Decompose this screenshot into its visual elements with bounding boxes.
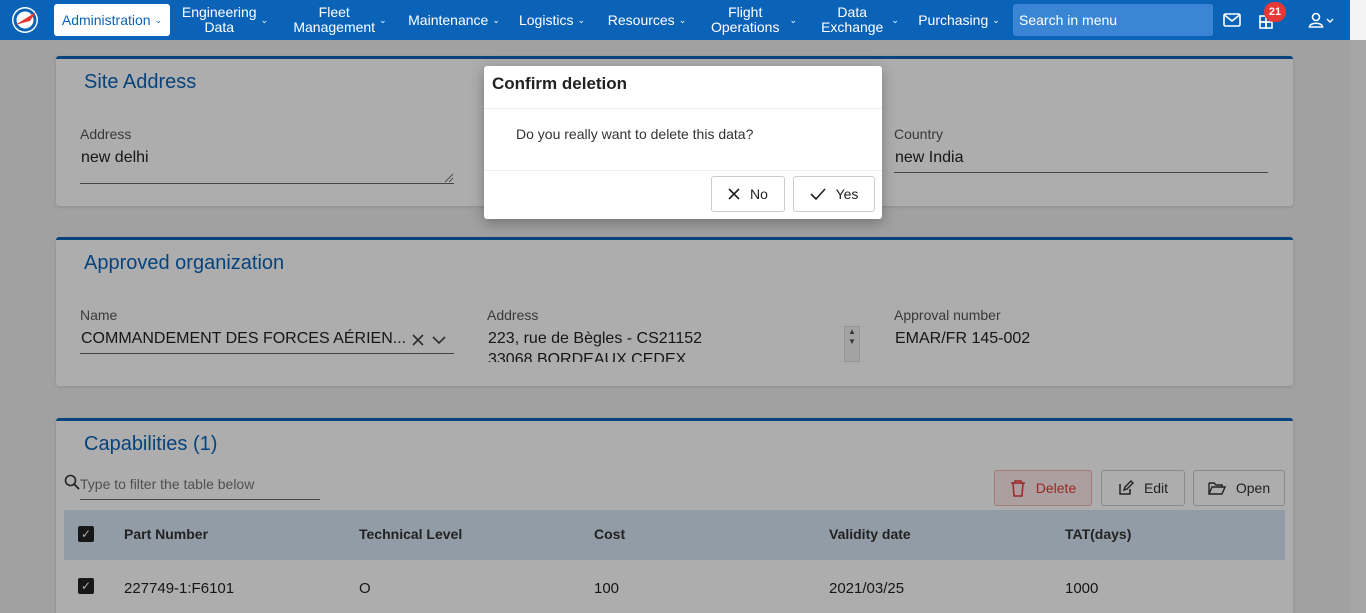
chevron-down-icon: ⌄ (577, 14, 585, 25)
top-navbar: Administration ⌄ Engineering Data ⌄ Fleet … (0, 0, 1366, 40)
dialog-divider (484, 108, 882, 109)
chevron-down-icon: ⌄ (492, 14, 500, 25)
menu-search-input[interactable]: Search in menu (1013, 4, 1213, 36)
chevron-down-icon: ⌄ (154, 14, 163, 25)
chevron-down-icon: ⌄ (260, 14, 269, 25)
user-icon[interactable] (1306, 10, 1338, 30)
nav-administration[interactable]: Administration ⌄ (54, 4, 170, 36)
chevron-down-icon: ⌄ (379, 14, 387, 25)
chevron-down-icon: ⌄ (789, 14, 798, 25)
notification-badge: 21 (1264, 2, 1286, 22)
nav-resources[interactable]: Resources ⌄ (604, 0, 690, 40)
close-icon (728, 188, 740, 200)
nav-maintenance[interactable]: Maintenance ⌄ (404, 0, 504, 40)
no-button[interactable]: No (711, 176, 785, 212)
nav-flight-operations[interactable]: Flight Operations ⌄ (708, 0, 800, 40)
app-logo[interactable] (10, 5, 40, 35)
yes-button[interactable]: Yes (793, 176, 875, 212)
dialog-message: Do you really want to delete this data? (516, 126, 754, 142)
dialog-divider (484, 170, 882, 171)
chevron-down-icon: ⌄ (891, 14, 899, 25)
nav-purchasing[interactable]: Purchasing ⌄ (914, 0, 1004, 40)
nav-fleet-management[interactable]: Fleet Management ⌄ (290, 0, 390, 40)
nav-engineering-data[interactable]: Engineering Data ⌄ (178, 0, 272, 40)
nav-logistics[interactable]: Logistics ⌄ (516, 0, 588, 40)
chevron-down-icon: ⌄ (678, 14, 687, 25)
dialog-title: Confirm deletion (492, 74, 628, 93)
check-icon (810, 188, 826, 200)
confirm-deletion-dialog: Confirm deletion Do you really want to d… (484, 66, 882, 219)
mail-icon[interactable] (1222, 10, 1242, 30)
chevron-down-icon: ⌄ (992, 14, 1000, 25)
nav-data-exchange[interactable]: Data Exchange ⌄ (818, 0, 902, 40)
